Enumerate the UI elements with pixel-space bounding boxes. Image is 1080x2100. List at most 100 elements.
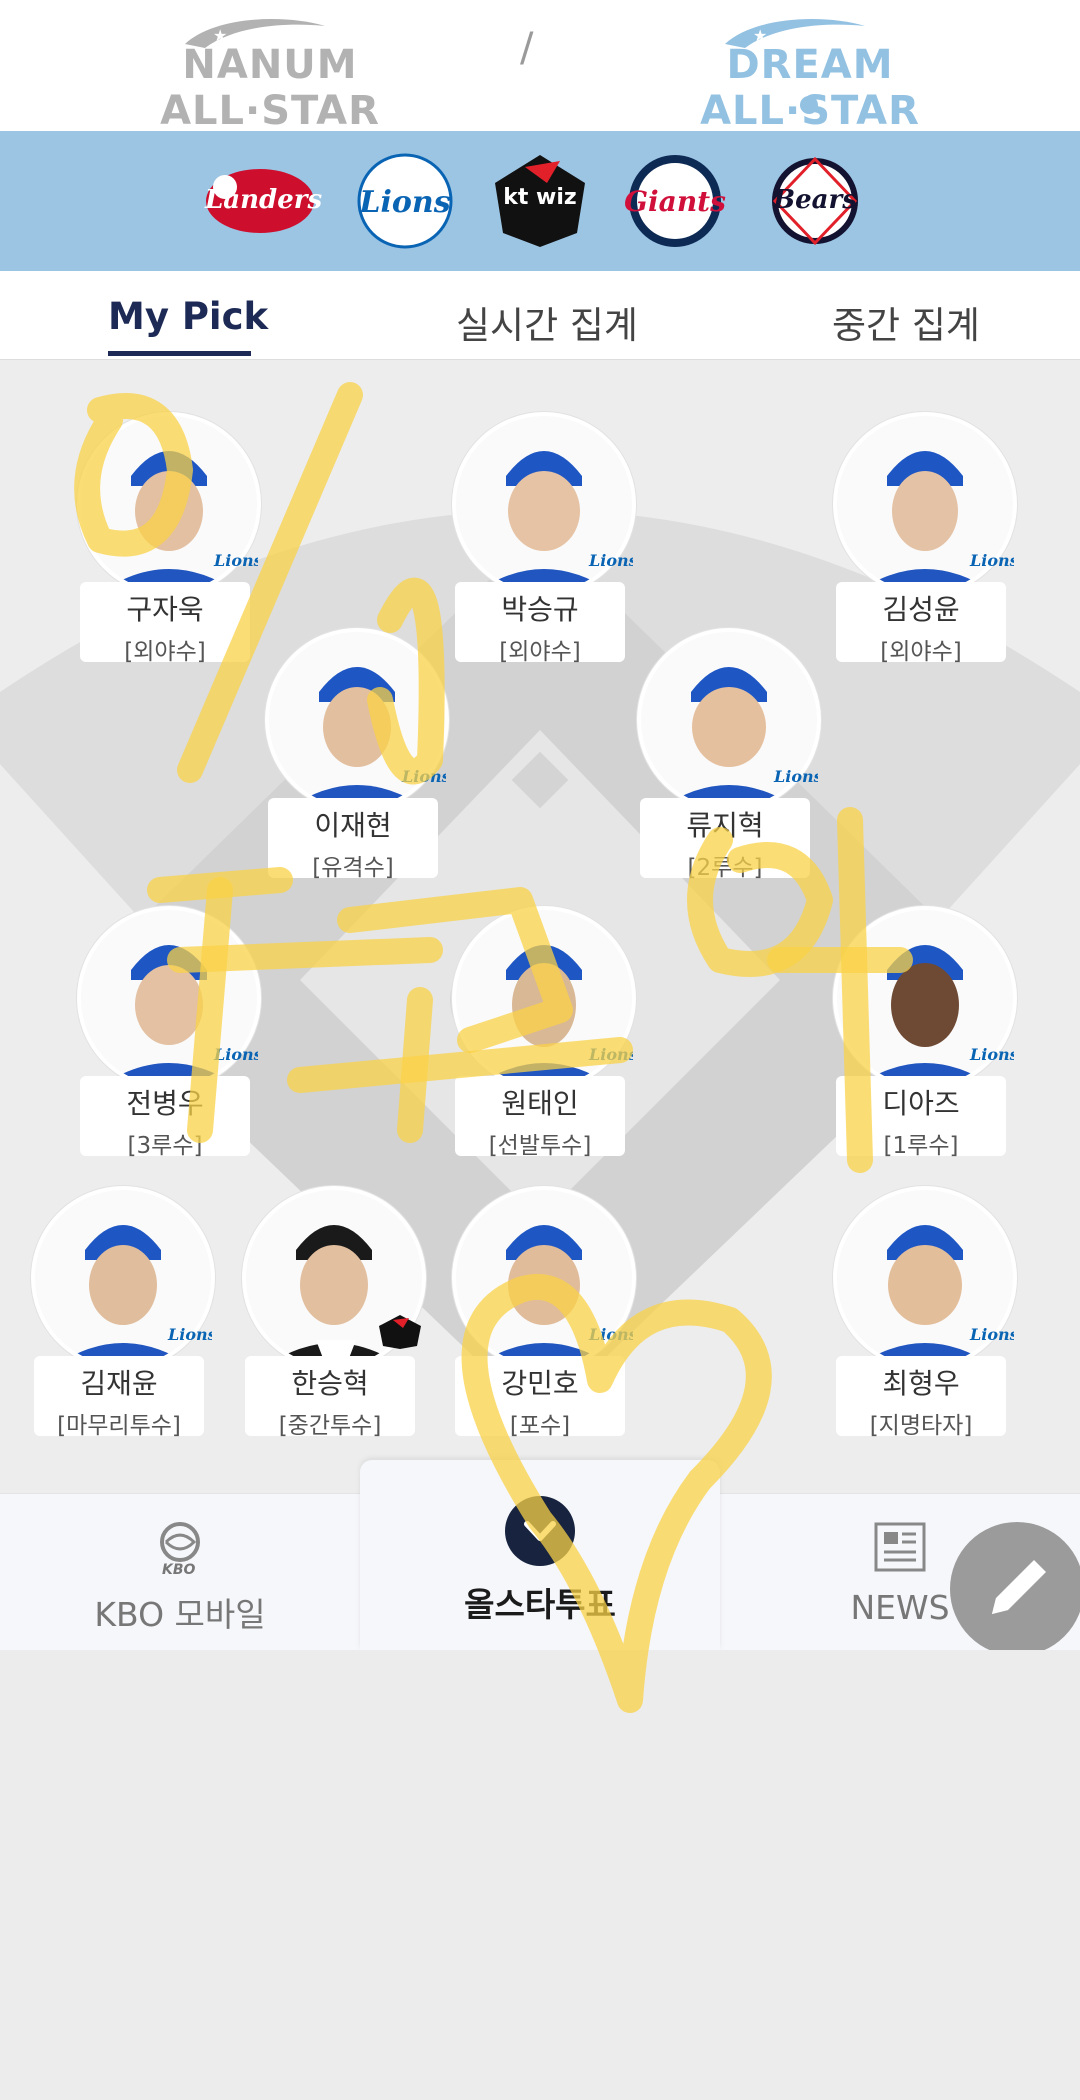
active-league-indicator [800,96,818,114]
player-card[interactable]: Lions 이재현 [유격수] [258,628,449,881]
player-namebox: 강민호 [포수] [455,1356,625,1439]
team-logo-bears[interactable]: Bears [760,153,870,249]
player-position: [지명타자] [869,1413,973,1439]
lions-badge-icon: Lions [773,767,818,786]
svg-text:Lions: Lions [213,1045,258,1064]
player-name: 김성윤 [882,593,960,626]
nanum-allstar-logo: NANUM ALL·STAR [160,42,380,134]
chevron-down-icon [524,1521,556,1541]
tab-my-pick[interactable]: My Pick [108,295,268,338]
tab-interim-tally[interactable]: 중간 집계 [832,295,980,349]
player-position: [포수] [509,1413,571,1439]
player-card[interactable]: Lions 박승규 [외야수] [445,412,636,665]
lions-badge-icon: Lions [969,1045,1014,1064]
player-namebox: 박승규 [외야수] [455,582,625,665]
team-logo-lions[interactable]: Lions [350,153,460,249]
nav-kbo-mobile[interactable]: KBO KBO 모바일 [60,1520,300,1636]
nav-label: 올스타투표 [464,1585,616,1624]
team-logo-label: Lions [359,185,451,220]
player-namebox: 김재윤 [마무리투수] [34,1356,204,1439]
player-name: 구자욱 [126,593,204,626]
player-card[interactable]: Lions 김성윤 [외야수] [826,412,1017,665]
player-name: 최형우 [882,1367,960,1400]
svg-text:Lions: Lions [969,1045,1014,1064]
tab-realtime-tally[interactable]: 실시간 집계 [456,295,638,349]
svg-text:Lions: Lions [773,767,818,786]
dream-allstar-logo: DREAM ALL·STAR [700,42,919,134]
player-name: 원태인 [501,1087,579,1120]
player-card[interactable]: Lions 디아즈 [1루수] [826,906,1017,1159]
player-name: 김재윤 [80,1367,158,1400]
pencil-icon [992,1560,1046,1614]
player-card[interactable]: Lions 강민호 [포수] [445,1186,636,1439]
player-namebox: 한승혁 [중간투수] [245,1356,415,1439]
player-name: 디아즈 [882,1087,960,1120]
svg-text:Lions: Lions [213,551,258,570]
lions-badge-icon: Lions [588,551,633,570]
player-name: 박승규 [501,593,579,626]
team-strip: Landers Lions kt wiz Giants Bears [0,131,1080,271]
player-namebox: 이재현 [유격수] [268,798,438,881]
kbo-logo-icon: KBO [160,1522,200,1578]
svg-text:Lions: Lions [969,1325,1014,1344]
player-card[interactable]: Lions 원태인 [선발투수] [445,906,636,1159]
edit-fab-button[interactable] [950,1522,1080,1656]
player-name: 전병우 [126,1087,204,1120]
player-position: [외야수] [124,639,206,665]
newspaper-icon [874,1522,926,1572]
player-namebox: 구자욱 [외야수] [80,582,250,665]
lions-badge-icon: Lions [588,1325,633,1344]
player-card[interactable]: Lions 류지혁 [2루수] [630,628,821,881]
kbo-logo-text: KBO [162,1562,196,1576]
player-position: [1루수] [883,1133,959,1159]
player-namebox: 전병우 [3루수] [80,1076,250,1159]
svg-text:Lions: Lions [969,551,1014,570]
lions-badge-icon: Lions [213,1045,258,1064]
team-logo-label: kt wiz [503,185,577,210]
all-star-header: ★ NANUM ALL·STAR / ★ DREAM ALL·STAR [0,0,1080,134]
empty-area [0,1650,1080,2100]
lions-badge-icon: Lions [588,1045,633,1064]
active-tab-underline [108,351,251,356]
nav-label: KBO 모바일 [94,1595,266,1634]
svg-text:Lions: Lions [588,1045,633,1064]
team-logo-label: Bears [773,185,857,215]
ktwiz-badge-icon [379,1315,421,1349]
player-position: [외야수] [499,639,581,665]
svg-text:Lions: Lions [588,1325,633,1344]
team-logo-landers[interactable]: Landers [205,153,323,249]
league-separator: / [520,25,534,71]
player-position: [마무리투수] [57,1413,181,1439]
nav-allstar-vote[interactable]: 올스타투표 [360,1460,720,1650]
player-namebox: 김성윤 [외야수] [836,582,1006,665]
player-name: 류지혁 [686,809,764,842]
player-namebox: 류지혁 [2루수] [640,798,810,881]
player-card[interactable]: Lions 최형우 [지명타자] [826,1186,1017,1439]
svg-text:Lions: Lions [167,1325,212,1344]
lions-badge-icon: Lions [167,1325,212,1344]
player-position: [선발투수] [488,1133,592,1159]
player-namebox: 최형우 [지명타자] [836,1356,1006,1439]
team-logo-ktwiz[interactable]: kt wiz [485,153,595,249]
team-logo-label: Landers [205,185,323,215]
player-name: 한승혁 [291,1367,369,1400]
player-card[interactable]: Lions 김재윤 [마무리투수] [24,1186,215,1439]
player-card[interactable]: Lions 구자욱 [외야수] [70,412,261,665]
nanum-allstar-tab[interactable]: ★ NANUM ALL·STAR [120,14,420,134]
lions-badge-icon: Lions [401,767,446,786]
player-card[interactable]: Lions 전병우 [3루수] [70,906,261,1159]
vote-tabs: My Pick 실시간 집계 중간 집계 [0,271,1080,361]
player-position: [중간투수] [278,1413,382,1439]
team-logo-label: Giants [624,185,726,218]
lions-badge-icon: Lions [969,551,1014,570]
baseball-field: Lions 구자욱 [외야수] Lions 박승규 [외야수] Lions 김성… [0,360,1080,1492]
player-name: 이재현 [314,809,392,842]
chevron-down-button[interactable] [505,1496,575,1566]
player-position: [외야수] [880,639,962,665]
lions-badge-icon: Lions [213,551,258,570]
team-logo-giants[interactable]: Giants [620,153,730,249]
player-card[interactable]: 한승혁 [중간투수] [235,1186,426,1439]
lions-badge-icon: Lions [969,1325,1014,1344]
player-namebox: 원태인 [선발투수] [455,1076,625,1159]
player-name: 강민호 [501,1367,579,1400]
